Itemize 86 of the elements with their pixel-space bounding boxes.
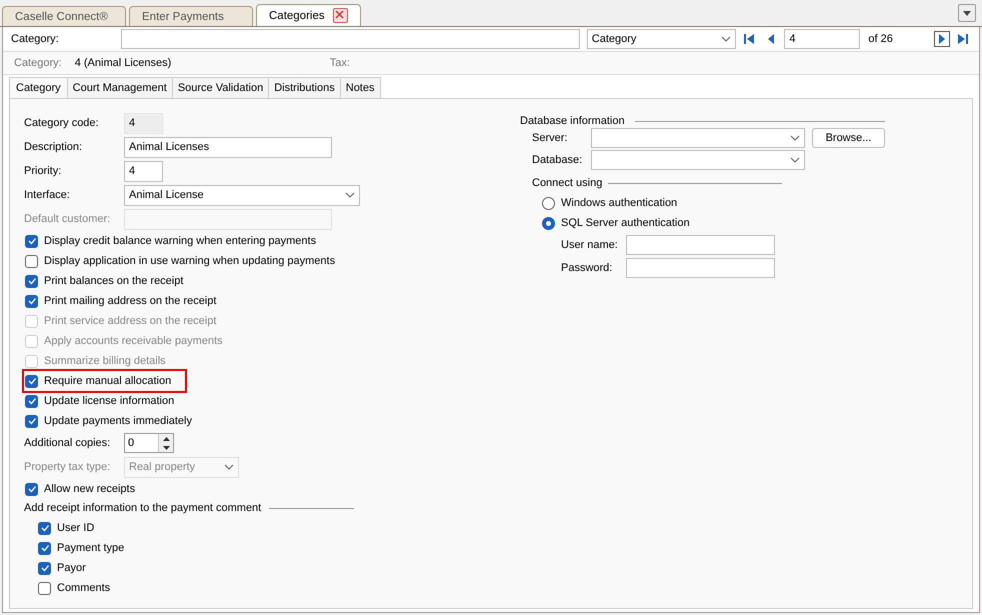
text-field[interactable]: Animal Licenses	[124, 136, 332, 158]
checkbox-label: Summarize billing details	[44, 355, 166, 367]
checkbox-label: Display credit balance warning when entering payments	[44, 235, 316, 247]
first-icon	[743, 33, 756, 45]
chevron-down-icon	[345, 192, 355, 198]
checkbox[interactable]	[25, 294, 38, 308]
close-icon	[334, 9, 345, 20]
tab[interactable]: Category	[9, 77, 68, 98]
field-label: Tax:	[330, 57, 350, 69]
checkbox[interactable]	[38, 562, 51, 574]
first-button[interactable]	[742, 31, 757, 47]
checkbox[interactable]	[25, 274, 38, 288]
field-label: User name:	[561, 238, 619, 250]
dropdown[interactable]: Animal License	[124, 184, 360, 206]
browse-button[interactable]: Browse...	[812, 128, 885, 148]
filter-dropdown[interactable]: Category	[586, 29, 736, 49]
text-field[interactable]	[626, 258, 775, 278]
tab[interactable]: Distributions	[268, 77, 341, 98]
group-heading: Connect using	[532, 177, 602, 189]
caret-icon	[963, 10, 971, 16]
next-button[interactable]	[934, 31, 950, 47]
tab[interactable]: Notes	[340, 77, 380, 98]
search-field[interactable]	[120, 29, 580, 49]
radio-label: Windows authentication	[561, 197, 678, 209]
checkbox-label: Print balances on the receipt	[44, 275, 184, 287]
checkbox-label: Print service address on the receipt	[44, 315, 216, 327]
text-field[interactable]	[626, 234, 775, 254]
document-tab[interactable]: Enter Payments	[129, 6, 253, 26]
chevron-down-icon	[720, 36, 731, 42]
last-icon	[957, 33, 970, 45]
field-label: Category code:	[24, 117, 100, 129]
field-label: Category:	[14, 57, 62, 69]
field-label: Password:	[561, 262, 614, 274]
checkbox-label: Payment type	[57, 542, 124, 554]
checkbox-label: Require manual allocation	[44, 375, 172, 387]
checkbox-label: Payor	[57, 562, 86, 574]
field-label: Property tax type:	[24, 461, 112, 473]
tab[interactable]: Source Validation	[172, 77, 270, 98]
checkbox[interactable]	[38, 582, 51, 594]
checkbox-label: Update license information	[44, 395, 174, 407]
checkbox[interactable]	[25, 394, 38, 408]
text-field[interactable]: 4	[124, 160, 163, 182]
checkbox-label: Display application in use warning when updating payments	[44, 255, 336, 267]
record-field[interactable]: 4	[784, 29, 860, 49]
field-label: Server:	[532, 132, 568, 144]
field-label: Default customer:	[24, 213, 112, 225]
radio-button[interactable]	[542, 216, 555, 230]
field-label: Category:	[11, 33, 60, 45]
document-tab[interactable]: Categories	[256, 4, 361, 26]
checkbox-label: Apply accounts receivable payments	[44, 335, 223, 347]
checkbox-label: User ID	[57, 522, 94, 534]
checkbox-label: Update payments immediately	[44, 415, 192, 427]
check-icon	[26, 484, 36, 494]
checkbox[interactable]	[25, 234, 38, 248]
field-label: Description:	[24, 141, 84, 153]
chevron-down-icon	[790, 135, 800, 141]
down-arrow-icon[interactable]	[162, 446, 170, 450]
check-icon	[26, 236, 36, 246]
field-label: Database:	[532, 154, 584, 166]
document-tab[interactable]: Caselle Connect®	[2, 6, 126, 26]
up-arrow-icon[interactable]	[162, 436, 170, 440]
checkbox[interactable]	[38, 522, 51, 534]
group-heading: Database information	[520, 115, 625, 127]
chevron-down-icon	[790, 157, 800, 163]
checkbox-label: Allow new receipts	[44, 483, 136, 495]
field-label: Interface:	[24, 189, 71, 201]
checkbox[interactable]	[38, 542, 51, 554]
checkbox[interactable]	[25, 374, 38, 388]
radio-button[interactable]	[542, 196, 555, 210]
field-label: Priority:	[24, 165, 62, 177]
record-count: of 26	[868, 33, 894, 45]
field-value: 4 (Animal Licenses)	[74, 57, 172, 69]
menu-button[interactable]	[958, 4, 976, 22]
field-label: Additional copies:	[24, 437, 112, 449]
checkbox[interactable]	[25, 482, 38, 496]
close-button[interactable]	[332, 8, 348, 23]
checkbox[interactable]	[25, 414, 38, 428]
checkbox[interactable]	[25, 254, 38, 268]
text-field[interactable]: 4	[124, 112, 163, 134]
checkbox-label: Comments	[57, 582, 110, 594]
checkbox-label: Print mailing address on the receipt	[44, 295, 216, 307]
radio-label: SQL Server authentication	[561, 217, 690, 229]
chevron-down-icon	[224, 464, 234, 470]
tab[interactable]: Court Management	[66, 77, 173, 98]
spin-field[interactable]: 0	[124, 433, 174, 453]
group-heading: Add receipt information to the payment comment	[24, 502, 262, 514]
